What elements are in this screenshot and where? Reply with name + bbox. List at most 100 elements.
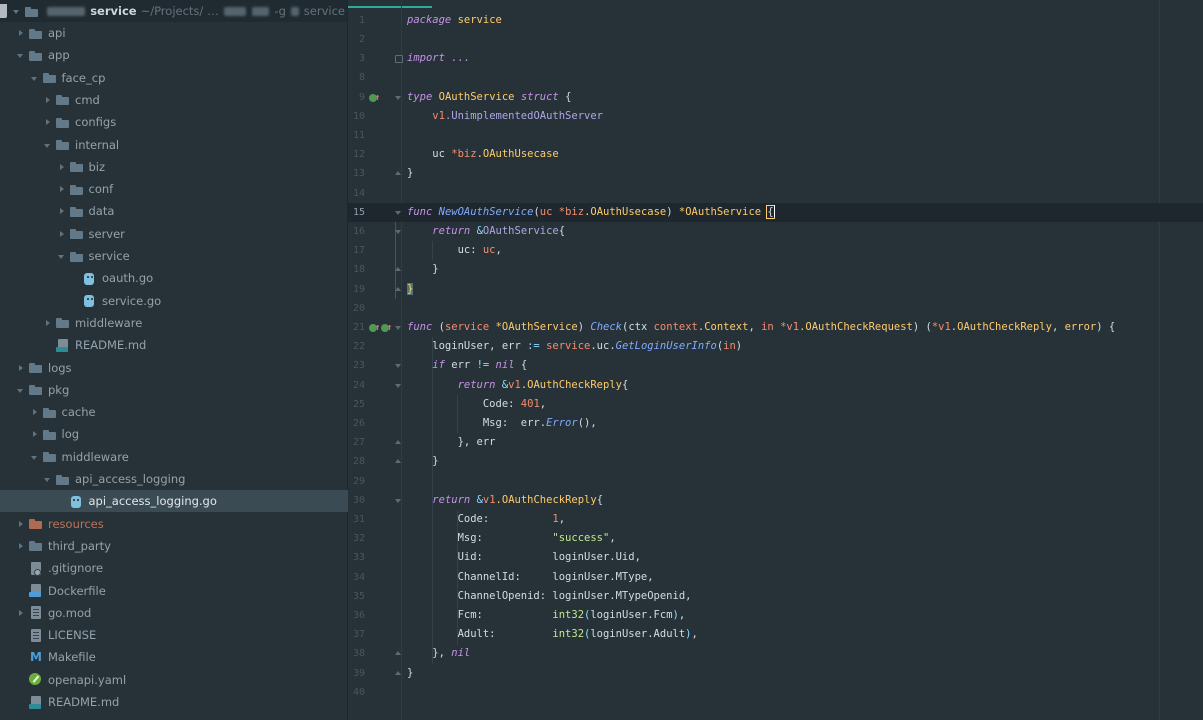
code-line-19[interactable]: 19} <box>348 280 1203 299</box>
code-line-32[interactable]: 32 Msg: "success", <box>348 529 1203 548</box>
line-number[interactable]: 14 <box>350 184 365 203</box>
line-number[interactable]: 1 <box>350 11 365 30</box>
implemented-marker-icon[interactable] <box>369 323 381 333</box>
chevron-collapsed-icon[interactable] <box>57 206 70 216</box>
fold-marker-icon[interactable] <box>393 644 405 663</box>
fold-marker-icon[interactable] <box>393 203 405 222</box>
line-number[interactable]: 28 <box>350 452 365 471</box>
project-root-row[interactable]: service ~/Projects/ … -g service <box>0 0 347 22</box>
code-editor[interactable]: 1package service23import ...89type OAuth… <box>348 0 1203 720</box>
tree-item-license[interactable]: LICENSE <box>0 624 363 646</box>
fold-marker-icon[interactable] <box>393 260 405 279</box>
line-number[interactable]: 18 <box>350 260 365 279</box>
chevron-expanded-icon[interactable] <box>43 140 56 150</box>
code-line-15[interactable]: 15func NewOAuthService(uc *biz.OAuthUsec… <box>348 203 1203 222</box>
chevron-collapsed-icon[interactable] <box>43 117 56 127</box>
tree-item-biz[interactable]: biz <box>0 156 404 178</box>
tree-item-face-cp[interactable]: face_cp <box>0 67 377 89</box>
code-line-13[interactable]: 13} <box>348 164 1203 183</box>
tree-item-cache[interactable]: cache <box>0 401 377 423</box>
fold-marker-icon[interactable] <box>393 491 405 510</box>
code-line-22[interactable]: 22 loginUser, err := service.uc.GetLogin… <box>348 337 1203 356</box>
fold-marker-icon[interactable] <box>393 222 405 241</box>
fold-marker-icon[interactable] <box>393 49 405 68</box>
tree-item-third-party[interactable]: third_party <box>0 535 363 557</box>
tree-item-middleware[interactable]: middleware <box>0 312 390 334</box>
chevron-expanded-icon[interactable] <box>30 73 43 83</box>
code-line-33[interactable]: 33 Uid: loginUser.Uid, <box>348 548 1203 567</box>
code-line-37[interactable]: 37 Adult: int32(loginUser.Adult), <box>348 625 1203 644</box>
tree-item-server[interactable]: server <box>0 223 404 245</box>
tree-item-pkg[interactable]: pkg <box>0 379 363 401</box>
code-line-1[interactable]: 1package service <box>348 11 1203 30</box>
line-number[interactable]: 3 <box>350 49 365 68</box>
tree-item-conf[interactable]: conf <box>0 178 404 200</box>
implemented-marker-icon[interactable] <box>381 323 393 333</box>
tree-item-go-mod[interactable]: go.mod <box>0 602 363 624</box>
tree-item-data[interactable]: data <box>0 200 404 222</box>
code-line-8[interactable]: 8 <box>348 68 1203 87</box>
tree-item-app[interactable]: app <box>0 44 363 66</box>
line-number[interactable]: 15 <box>350 203 365 222</box>
line-number[interactable]: 25 <box>350 395 365 414</box>
tree-item-api[interactable]: api <box>0 22 363 44</box>
line-number[interactable]: 22 <box>350 337 365 356</box>
chevron-expanded-icon[interactable] <box>43 474 56 484</box>
line-number[interactable]: 23 <box>350 356 365 375</box>
code-line-31[interactable]: 31 Code: 1, <box>348 510 1203 529</box>
code-line-12[interactable]: 12 uc *biz.OAuthUsecase <box>348 145 1203 164</box>
tree-item-configs[interactable]: configs <box>0 111 390 133</box>
code-line-34[interactable]: 34 ChannelId: loginUser.MType, <box>348 568 1203 587</box>
fold-marker-icon[interactable] <box>393 318 405 337</box>
line-number[interactable]: 34 <box>350 568 365 587</box>
code-line-25[interactable]: 25 Code: 401, <box>348 395 1203 414</box>
tree-item-openapi-yaml[interactable]: openapi.yaml <box>0 669 363 691</box>
tree-item-readme-md[interactable]: README.md <box>0 334 390 356</box>
line-number[interactable]: 16 <box>350 222 365 241</box>
code-line-10[interactable]: 10 v1.UnimplementedOAuthServer <box>348 107 1203 126</box>
line-number[interactable]: 36 <box>350 606 365 625</box>
code-line-28[interactable]: 28 } <box>348 452 1203 471</box>
tree-item-resources[interactable]: resources <box>0 513 363 535</box>
code-line-30[interactable]: 30 return &v1.OAuthCheckReply{ <box>348 491 1203 510</box>
code-line-17[interactable]: 17 uc: uc, <box>348 241 1203 260</box>
code-line-16[interactable]: 16 return &OAuthService{ <box>348 222 1203 241</box>
line-number[interactable]: 21 <box>350 318 365 337</box>
code-line-18[interactable]: 18 } <box>348 260 1203 279</box>
code-line-35[interactable]: 35 ChannelOpenid: loginUser.MTypeOpenid, <box>348 587 1203 606</box>
tree-item-middleware[interactable]: middleware <box>0 446 377 468</box>
tree-item-api-access-logging-go[interactable]: api_access_logging.go <box>0 490 404 512</box>
code-line-21[interactable]: 21func (service *OAuthService) Check(ctx… <box>348 318 1203 337</box>
code-line-27[interactable]: 27 }, err <box>348 433 1203 452</box>
fold-marker-icon[interactable] <box>393 164 405 183</box>
chevron-expanded-icon[interactable] <box>16 50 29 60</box>
line-number[interactable]: 39 <box>350 664 365 683</box>
chevron-collapsed-icon[interactable] <box>16 541 29 551</box>
line-number[interactable]: 31 <box>350 510 365 529</box>
fold-marker-icon[interactable] <box>393 280 405 299</box>
code-line-2[interactable]: 2 <box>348 30 1203 49</box>
code-line-39[interactable]: 39} <box>348 664 1203 683</box>
tree-item-api-access-logging[interactable]: api_access_logging <box>0 468 390 490</box>
line-number[interactable]: 27 <box>350 433 365 452</box>
line-number[interactable]: 19 <box>350 280 365 299</box>
code-line-29[interactable]: 29 <box>348 472 1203 491</box>
chevron-collapsed-icon[interactable] <box>57 184 70 194</box>
line-number[interactable]: 33 <box>350 548 365 567</box>
code-line-24[interactable]: 24 return &v1.OAuthCheckReply{ <box>348 376 1203 395</box>
code-line-3[interactable]: 3import ... <box>348 49 1203 68</box>
chevron-collapsed-icon[interactable] <box>43 318 56 328</box>
tree-item-log[interactable]: log <box>0 423 377 445</box>
chevron-collapsed-icon[interactable] <box>30 429 43 439</box>
fold-marker-icon[interactable] <box>393 88 405 107</box>
tree-item-logs[interactable]: logs <box>0 357 363 379</box>
line-number[interactable]: 2 <box>350 30 365 49</box>
line-number[interactable]: 32 <box>350 529 365 548</box>
fold-marker-icon[interactable] <box>393 356 405 375</box>
chevron-expanded-icon[interactable] <box>30 452 43 462</box>
code-line-14[interactable]: 14 <box>348 184 1203 203</box>
tree-item-dockerfile[interactable]: Dockerfile <box>0 580 363 602</box>
line-number[interactable]: 40 <box>350 683 365 702</box>
line-number[interactable]: 29 <box>350 472 365 491</box>
code-line-23[interactable]: 23 if err != nil { <box>348 356 1203 375</box>
